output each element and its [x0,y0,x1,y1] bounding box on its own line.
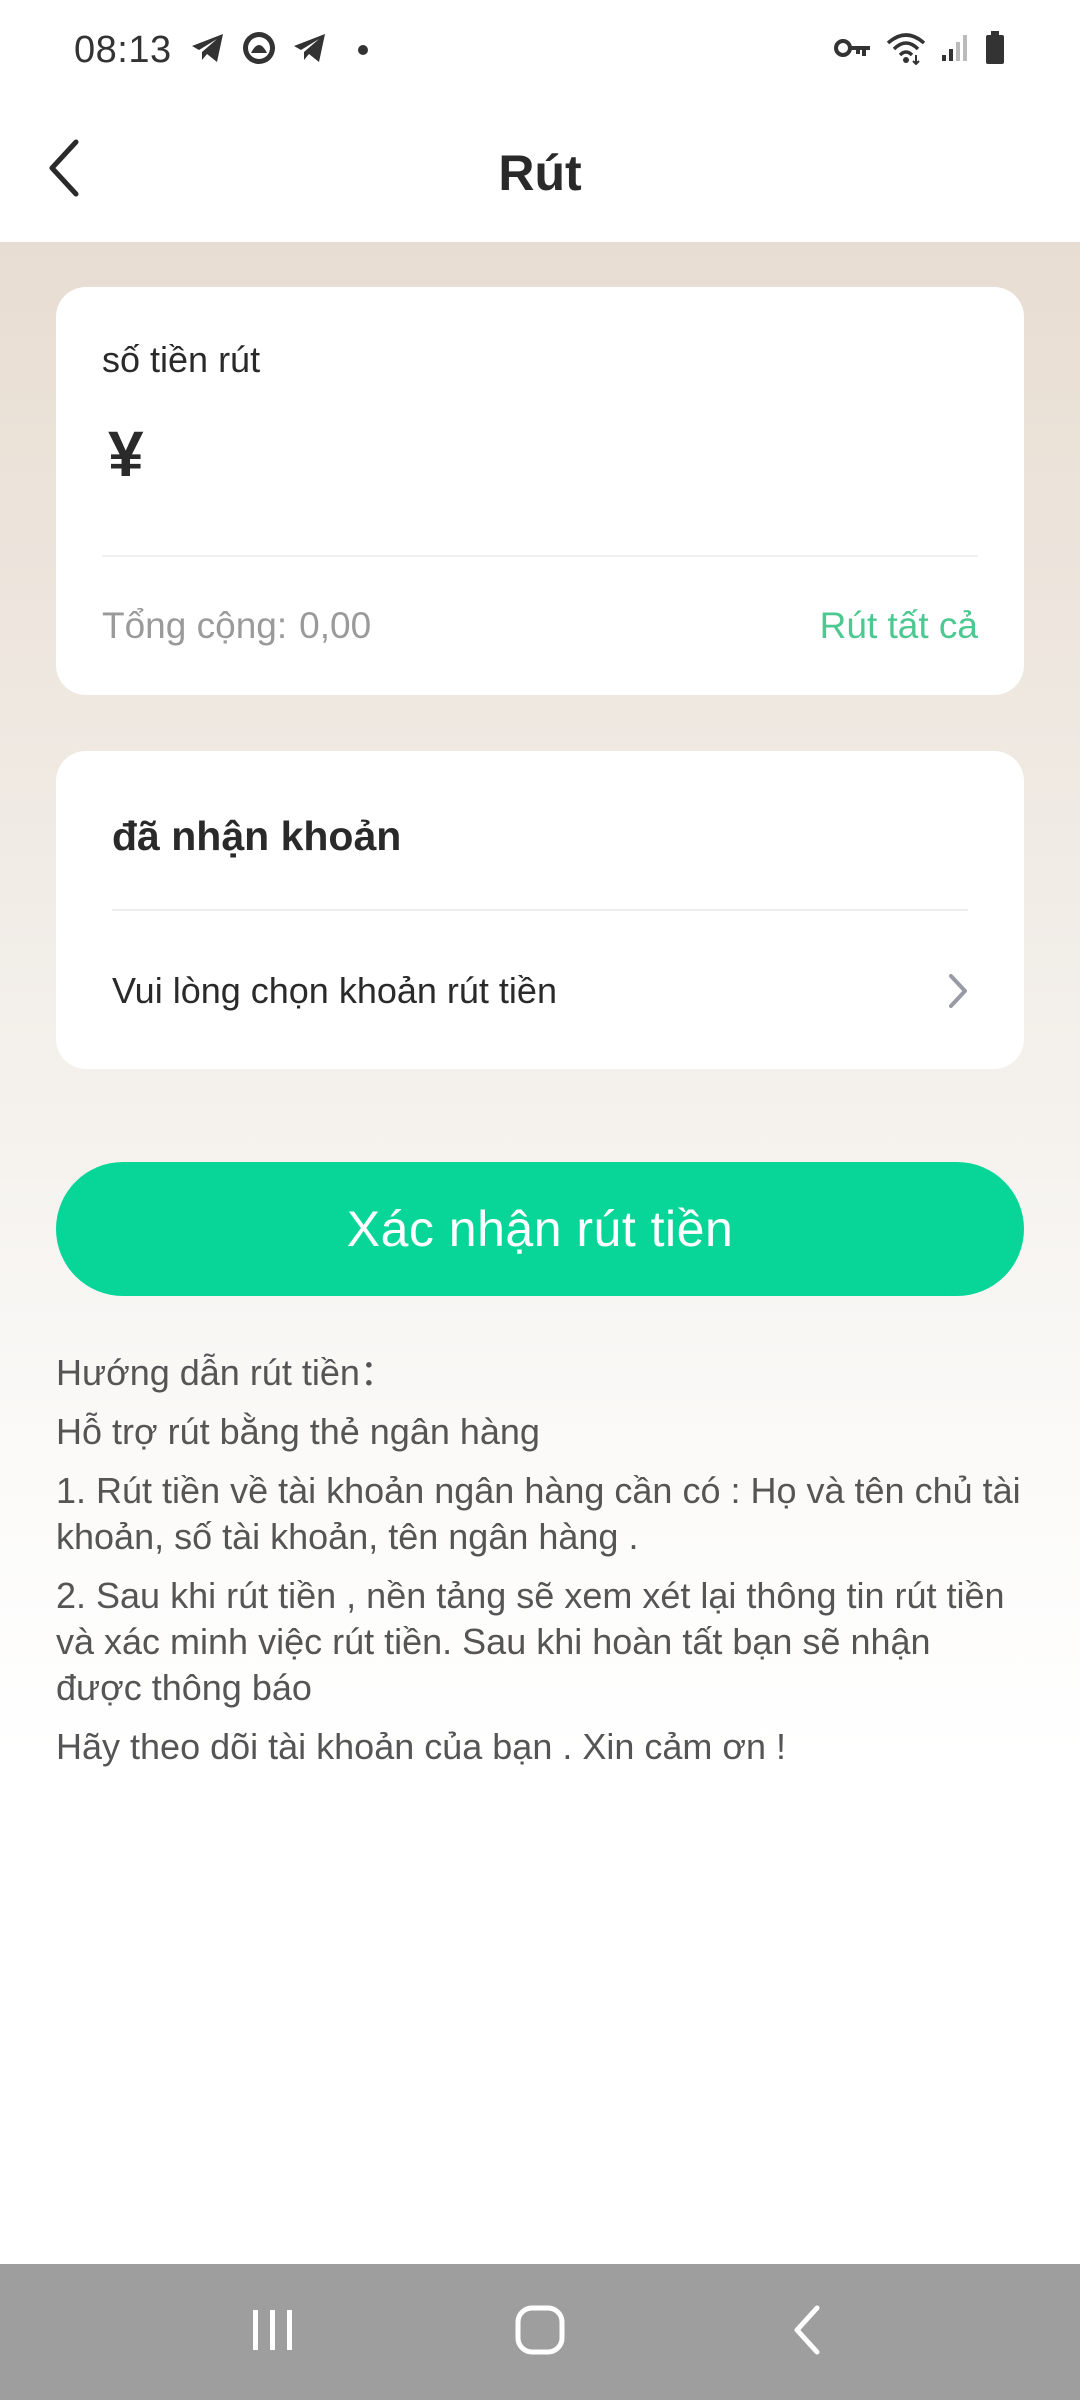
guide-line: Hỗ trợ rút bằng thẻ ngân hàng [56,1411,540,1452]
currency-symbol: ¥ [108,418,144,490]
status-time: 08:13 [74,28,172,71]
status-bar: 08:13 [0,0,1080,100]
home-button[interactable] [480,2282,600,2382]
screen: 08:13 Rút số tiền rút ¥ Tổng cộng: 0,00 … [0,0,1080,2400]
notification-dot-icon [357,45,368,55]
telegram-icon [190,32,226,69]
chevron-right-icon [938,971,978,1011]
page-title: Rút [498,145,582,201]
guide-heading: Hướng dẫn rút tiền： [56,1352,396,1393]
confirm-withdraw-button[interactable]: Xác nhận rút tiền [56,1162,1024,1296]
battery-icon [984,30,1006,70]
wifi-icon [886,31,926,70]
status-right-icons [834,30,1006,70]
guide-line: 1. Rút tiền về tài khoản ngân hàng cần c… [56,1470,1021,1557]
recent-apps-icon [249,2306,297,2359]
signal-icon [940,33,970,68]
withdraw-all-link[interactable]: Rút tất cả [820,605,978,647]
content: số tiền rút ¥ Tổng cộng: 0,00 Rút tất cả… [0,242,1080,2264]
guide-line: Hãy theo dõi tài khoản của bạn . Xin cảm… [56,1726,787,1767]
account-title: đã nhận khoản [112,813,402,859]
guide-line: 2. Sau khi rút tiền , nền tảng sẽ xem xé… [56,1575,1005,1708]
amount-label: số tiền rút [102,339,261,380]
status-left-icons [190,31,368,70]
divider [102,555,978,557]
telegram-icon [292,32,328,69]
divider [112,909,968,911]
system-nav-bar [0,2264,1080,2400]
total-value: 0,00 [299,605,372,646]
amount-card: số tiền rút ¥ Tổng cộng: 0,00 Rút tất cả [56,287,1024,695]
app-icon [242,31,276,70]
header: Rút [0,100,1080,242]
total-label: Tổng cộng: [102,605,288,646]
account-placeholder: Vui lòng chọn khoản rút tiền [112,970,557,1011]
amount-input[interactable] [186,417,966,501]
total-row: Tổng cộng: 0,00 Rút tất cả [102,605,978,647]
account-select[interactable]: Vui lòng chọn khoản rút tiền [112,951,978,1031]
key-icon [834,36,872,65]
home-icon [514,2304,566,2361]
nav-back-button[interactable] [747,2282,867,2382]
back-icon [791,2304,823,2361]
recent-apps-button[interactable] [213,2282,333,2382]
account-card: đã nhận khoản Vui lòng chọn khoản rút ti… [56,751,1024,1069]
withdraw-guide: Hướng dẫn rút tiền： Hỗ trợ rút bằng thẻ … [56,1350,1024,1783]
